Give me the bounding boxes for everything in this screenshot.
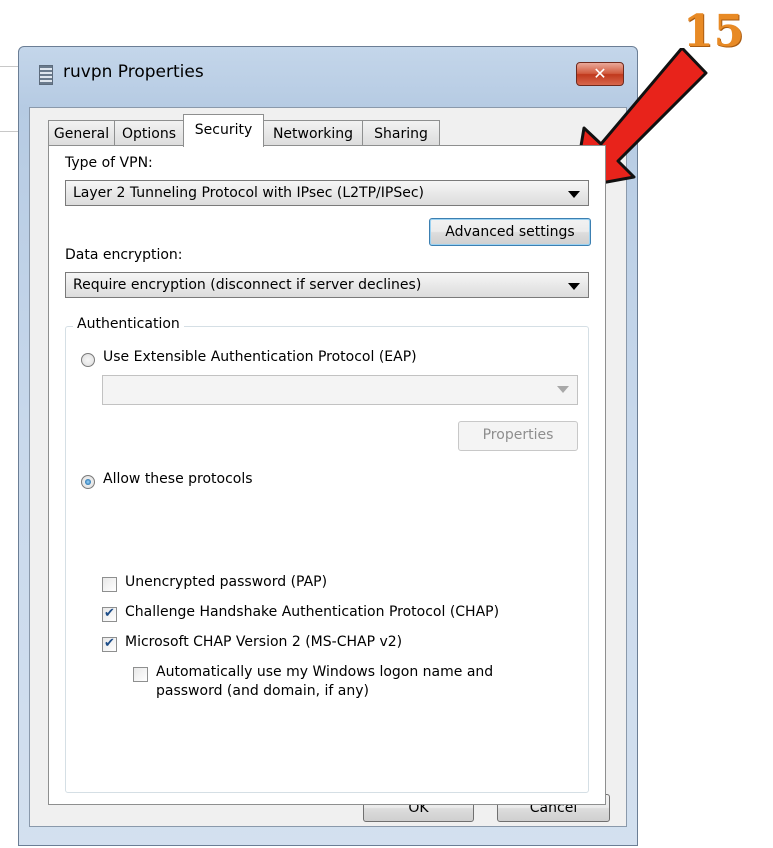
chevron-down-icon: [557, 386, 569, 393]
allow-protocols-label[interactable]: Allow these protocols: [103, 471, 253, 487]
mschap-v2-label[interactable]: Microsoft CHAP Version 2 (MS-CHAP v2): [125, 634, 402, 650]
window-title: ruvpn Properties: [63, 62, 204, 82]
vpn-type-dropdown[interactable]: Layer 2 Tunneling Protocol with IPsec (L…: [65, 180, 589, 206]
tab-general[interactable]: General: [48, 120, 115, 146]
eap-method-dropdown[interactable]: [102, 375, 578, 405]
security-tab-panel: Type of VPN: Layer 2 Tunneling Protocol …: [48, 145, 606, 805]
chevron-down-icon: [568, 191, 580, 198]
background-window-edge: [0, 0, 20, 848]
auto-logon-label-line1[interactable]: Automatically use my Windows logon name …: [156, 664, 493, 680]
data-encryption-value: Require encryption (disconnect if server…: [73, 277, 422, 293]
advanced-settings-button[interactable]: Advanced settings: [429, 218, 591, 246]
eap-properties-button[interactable]: Properties: [458, 421, 578, 451]
pap-checkbox[interactable]: [102, 577, 117, 592]
pap-label[interactable]: Unencrypted password (PAP): [125, 574, 327, 590]
tab-options[interactable]: Options: [114, 120, 184, 146]
authentication-group-title: Authentication: [73, 316, 184, 332]
properties-dialog: ruvpn Properties ✕ General Options Secur…: [18, 46, 638, 846]
chevron-down-icon: [568, 283, 580, 290]
background-divider: [0, 131, 20, 132]
allow-protocols-radio[interactable]: [81, 475, 95, 489]
background-divider: [0, 66, 20, 67]
chap-checkbox[interactable]: [102, 606, 117, 622]
chap-label[interactable]: Challenge Handshake Authentication Proto…: [125, 604, 499, 620]
dialog-client-area: General Options Security Networking Shar…: [29, 107, 627, 827]
vpn-type-value: Layer 2 Tunneling Protocol with IPsec (L…: [73, 185, 424, 201]
mschap-v2-checkbox[interactable]: [102, 636, 117, 652]
data-encryption-dropdown[interactable]: Require encryption (disconnect if server…: [65, 272, 589, 298]
data-encryption-label: Data encryption:: [65, 247, 183, 263]
auto-logon-label-line2[interactable]: password (and domain, if any): [156, 683, 369, 699]
vpn-type-label: Type of VPN:: [65, 155, 153, 171]
tab-sharing[interactable]: Sharing: [362, 120, 440, 146]
network-connection-icon: [39, 65, 53, 85]
eap-radio[interactable]: [81, 353, 95, 367]
tab-networking[interactable]: Networking: [263, 120, 363, 146]
eap-radio-label[interactable]: Use Extensible Authentication Protocol (…: [103, 349, 417, 365]
auto-logon-checkbox[interactable]: [133, 667, 148, 682]
tab-security[interactable]: Security: [183, 114, 264, 147]
title-bar[interactable]: ruvpn Properties ✕: [19, 47, 637, 107]
